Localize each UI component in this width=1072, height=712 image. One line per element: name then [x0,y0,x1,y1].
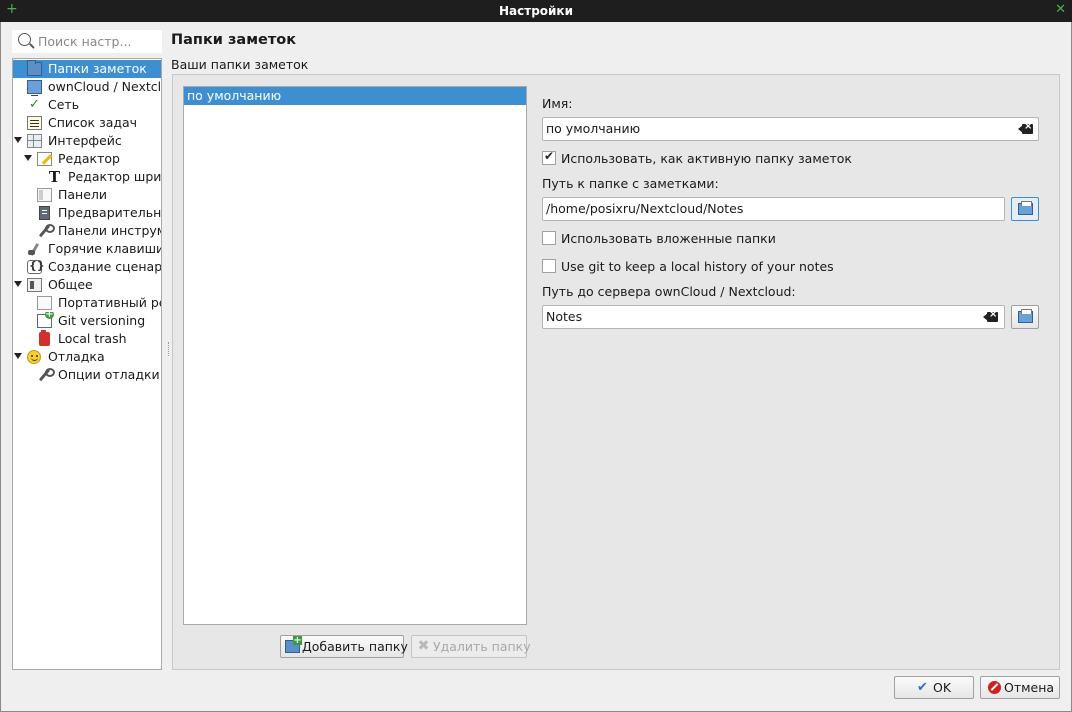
settings-tree[interactable]: Папки заметок ownCloud / Nextcloud ✓ Сет… [12,58,162,670]
subfolders-checkbox[interactable] [542,231,556,245]
browse-server-path-button[interactable] [1011,305,1039,329]
shortcuts-icon [27,242,42,256]
general-icon [27,278,42,292]
close-icon[interactable]: ✕ [1055,2,1066,17]
cancel-icon [988,681,1001,694]
sidebar-item-editor-fonts[interactable]: T Редактор шрифтов [13,168,161,186]
path-field[interactable]: /home/posixru/Nextcloud/Notes [542,197,1005,221]
git-icon [37,312,54,328]
title-bar: + Настройки ✕ [0,0,1072,22]
server-path-label: Путь до сервера ownCloud / Nextcloud: [542,284,796,299]
script-icon [27,259,45,274]
checklist-icon [27,116,42,130]
sidebar-item-panels[interactable]: Панели [13,186,161,204]
name-field[interactable]: по умолчанию × [542,117,1039,141]
settings-search[interactable] [12,30,162,53]
active-folder-checkbox[interactable] [542,149,556,165]
sidebar-item-editor[interactable]: Редактор [13,150,161,168]
sidebar-item-portable[interactable]: Портативный режим [13,294,161,312]
folder-open-icon [1018,201,1033,215]
network-icon: ✓ [29,97,40,112]
chevron-down-icon[interactable] [14,281,22,287]
sidebar-item-interface[interactable]: Интерфейс [13,132,161,150]
sidebar-item-note-folders[interactable]: Папки заметок [13,60,161,78]
font-icon: T [48,168,61,186]
add-folder-button[interactable]: Добавить папку [280,635,408,658]
sidebar-item-general[interactable]: Общее [13,276,161,294]
sidebar-item-preview[interactable]: Предварительный просмотр [13,204,161,222]
sidebar-item-local-trash[interactable]: Local trash [13,330,161,348]
sidebar-item-todo[interactable]: Список задач [13,114,161,132]
preview-icon [39,206,50,220]
splitter-handle[interactable] [168,342,170,356]
check-icon: ✔ [917,680,928,695]
smiley-icon [27,350,41,364]
trash-icon [39,330,50,346]
folder-open-icon [1018,309,1033,323]
wrench-icon [37,368,55,382]
group-label: Ваши папки заметок [171,57,309,72]
git-history-checkbox[interactable] [542,259,556,273]
close-icon: ✖ [417,638,430,654]
clear-icon[interactable]: × [983,309,998,322]
ok-button[interactable]: ✔ OK [894,676,974,699]
clear-icon[interactable]: × [1018,121,1033,134]
server-path-field[interactable]: Notes × [542,305,1005,329]
sidebar-item-git[interactable]: Git versioning [13,312,161,330]
folder-add-icon [285,636,302,653]
note-folder-list[interactable]: по умолчанию [183,86,527,625]
monitor-icon [27,80,42,96]
sidebar-item-debug[interactable]: Отладка [13,348,161,366]
cancel-button[interactable]: Отмена [980,676,1060,699]
editor-icon [37,152,52,166]
name-label: Имя: [542,96,573,111]
sidebar-item-scripting[interactable]: Создание сценариев [13,258,161,276]
subfolders-label[interactable]: Использовать вложенные папки [561,231,776,246]
sidebar-item-owncloud[interactable]: ownCloud / Nextcloud [13,78,161,96]
interface-icon [27,134,42,148]
folder-icon [27,60,42,76]
window-title: Настройки [498,4,573,18]
sidebar-item-debug-options[interactable]: Опции отладки [13,366,161,384]
portable-icon [37,296,52,310]
chevron-down-icon[interactable] [14,353,22,359]
wrench-icon [37,224,55,238]
active-folder-label[interactable]: Использовать, как активную папку заметок [561,151,852,166]
search-input[interactable] [38,33,158,49]
search-icon [18,33,31,46]
sidebar-item-network[interactable]: ✓ Сеть [13,96,161,114]
chevron-down-icon[interactable] [14,137,22,143]
sidebar-item-shortcuts[interactable]: Горячие клавиши [13,240,161,258]
chevron-down-icon[interactable] [24,155,32,161]
page-title: Папки заметок [171,32,297,48]
browse-path-button[interactable] [1011,197,1039,221]
sidebar-item-toolbars[interactable]: Панели инструментов [13,222,161,240]
panels-icon [37,188,52,202]
git-history-label[interactable]: Use git to keep a local history of your … [561,259,834,274]
remove-folder-button[interactable]: ✖ Удалить папку [411,635,531,658]
list-item[interactable]: по умолчанию [184,87,526,105]
path-label: Путь к папке с заметками: [542,176,719,191]
